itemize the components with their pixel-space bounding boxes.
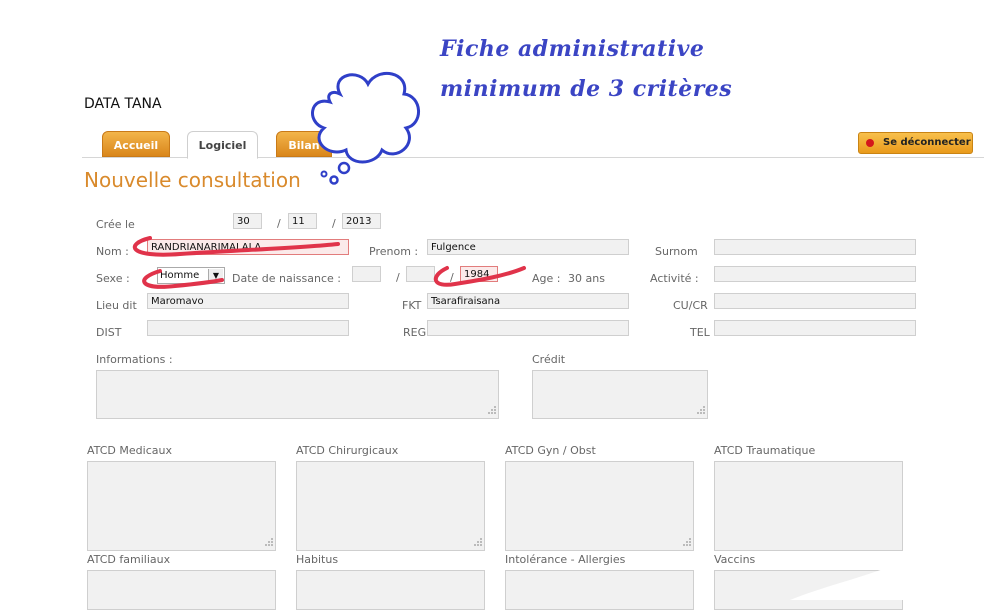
creation-day-input[interactable]: 30: [233, 213, 262, 229]
logout-label: Se déconnecter: [883, 137, 971, 148]
tel-label: TEL: [690, 326, 710, 339]
surnom-input[interactable]: [714, 239, 916, 255]
atcd-medicaux-label: ATCD Medicaux: [87, 444, 172, 457]
resize-grip-icon[interactable]: [695, 406, 705, 416]
date-separator: /: [396, 271, 400, 284]
atcd-familiaux-textarea[interactable]: [87, 570, 276, 610]
atcd-gyn-obst-label: ATCD Gyn / Obst: [505, 444, 596, 457]
date-separator: /: [277, 217, 281, 230]
torn-edge-overlay: [790, 500, 1000, 600]
age-label: Age :: [532, 272, 561, 285]
cucr-input[interactable]: [714, 293, 916, 309]
date-separator: /: [450, 271, 454, 284]
informations-textarea[interactable]: [96, 370, 499, 419]
tab-accueil[interactable]: Accueil: [102, 131, 170, 157]
logout-button[interactable]: Se déconnecter: [858, 132, 973, 154]
date-separator: /: [332, 217, 336, 230]
resize-grip-icon[interactable]: [263, 538, 273, 548]
annotation-line-2: minimum de 3 critères: [440, 76, 733, 102]
lieu-dit-input[interactable]: Maromavo: [147, 293, 349, 309]
dob-year-input[interactable]: 1984: [460, 266, 498, 282]
chevron-down-icon: ▼: [208, 269, 223, 282]
nom-input[interactable]: RANDRIANARIMALALA: [147, 239, 349, 255]
page-heading: Nouvelle consultation: [84, 168, 301, 192]
app-title: DATA TANA: [84, 96, 162, 112]
sexe-selected-value: Homme: [160, 270, 200, 281]
resize-grip-icon[interactable]: [472, 538, 482, 548]
resize-grip-icon[interactable]: [681, 538, 691, 548]
annotation-line-1: Fiche administrative: [440, 36, 705, 62]
reg-label: REG: [403, 326, 427, 339]
prenom-input[interactable]: Fulgence: [427, 239, 629, 255]
habitus-textarea[interactable]: [296, 570, 485, 610]
sexe-select[interactable]: Homme ▼: [157, 267, 225, 284]
informations-label: Informations :: [96, 353, 173, 366]
atcd-traumatique-label: ATCD Traumatique: [714, 444, 816, 457]
tab-logiciel[interactable]: Logiciel: [187, 131, 258, 159]
creation-year-input[interactable]: 2013: [342, 213, 381, 229]
atcd-chirurgicaux-textarea[interactable]: [296, 461, 485, 551]
dob-day-input[interactable]: [352, 266, 381, 282]
dob-month-input[interactable]: [406, 266, 435, 282]
fkt-label: FKT: [402, 299, 422, 312]
intolerance-allergies-label: Intolérance - Allergies: [505, 553, 626, 566]
atcd-chirurgicaux-label: ATCD Chirurgicaux: [296, 444, 399, 457]
dist-label: DIST: [96, 326, 122, 339]
thought-bubble-doodle: [311, 72, 420, 185]
resize-grip-icon[interactable]: [486, 406, 496, 416]
creation-month-input[interactable]: 11: [288, 213, 317, 229]
logout-icon: [866, 139, 874, 147]
atcd-medicaux-textarea[interactable]: [87, 461, 276, 551]
fkt-input[interactable]: Tsarafiraisana: [427, 293, 629, 309]
activite-label: Activité :: [650, 272, 699, 285]
surnom-label: Surnom: [655, 245, 698, 258]
habitus-label: Habitus: [296, 553, 339, 566]
nom-label: Nom :: [96, 245, 129, 258]
lieu-dit-label: Lieu dit: [96, 299, 137, 312]
credit-textarea[interactable]: [532, 370, 708, 419]
intolerance-allergies-textarea[interactable]: [505, 570, 694, 610]
activite-input[interactable]: [714, 266, 916, 282]
age-value: 30 ans: [568, 272, 605, 285]
atcd-gyn-obst-textarea[interactable]: [505, 461, 694, 551]
cucr-label: CU/CR: [673, 299, 708, 312]
dob-label: Date de naissance :: [232, 272, 341, 285]
tel-input[interactable]: [714, 320, 916, 336]
atcd-familiaux-label: ATCD familiaux: [87, 553, 171, 566]
reg-input[interactable]: [427, 320, 629, 336]
dist-input[interactable]: [147, 320, 349, 336]
prenom-label: Prenom :: [369, 245, 419, 258]
cree-le-label: Crée le: [96, 218, 135, 231]
credit-label: Crédit: [532, 353, 566, 366]
sexe-label: Sexe :: [96, 272, 130, 285]
